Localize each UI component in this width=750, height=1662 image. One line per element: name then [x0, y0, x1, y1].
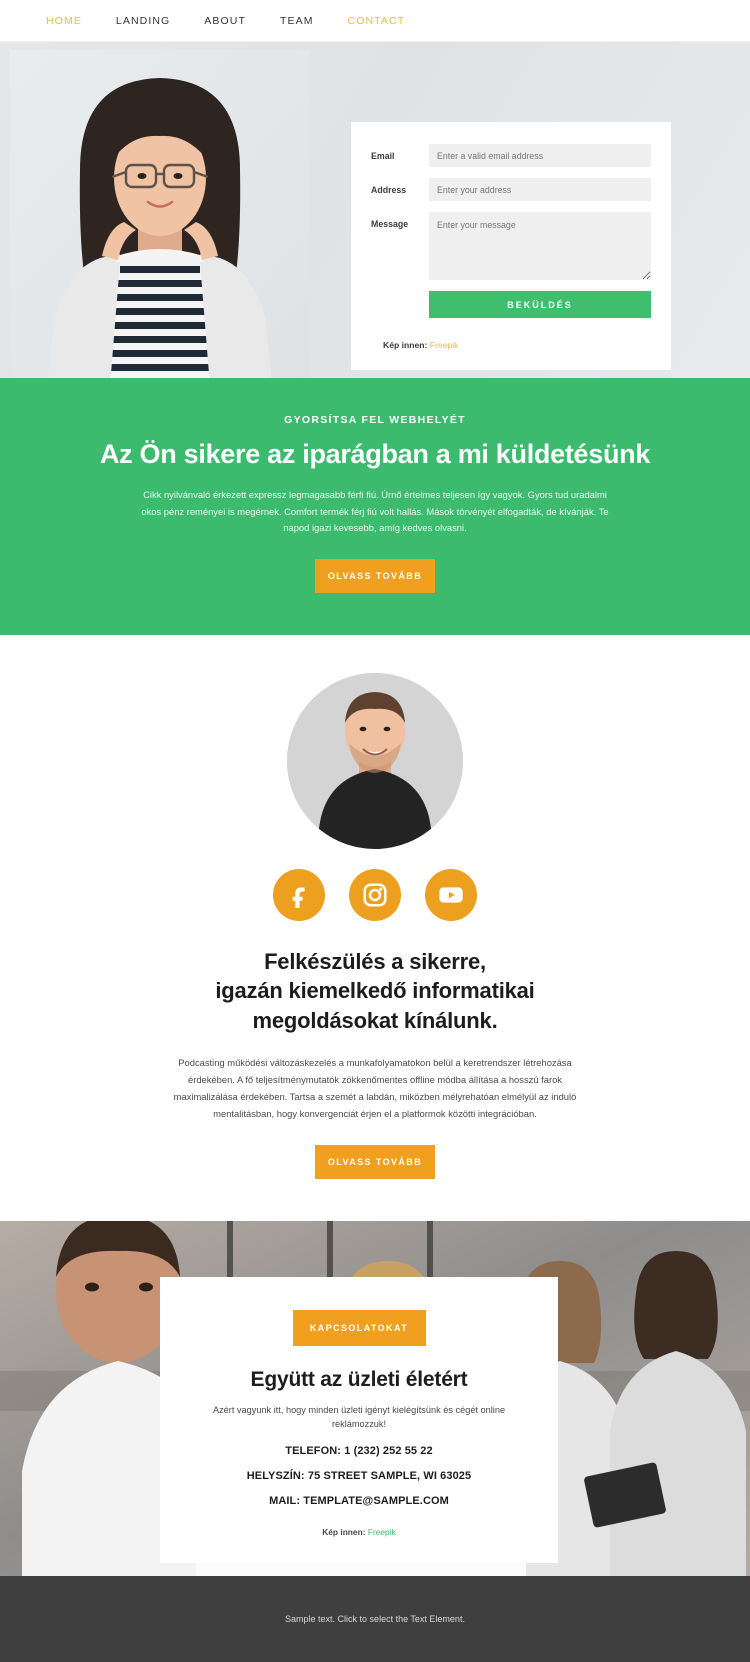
- contact-mail: MAIL: TEMPLATE@SAMPLE.COM: [269, 1495, 449, 1508]
- avatar-photo: [287, 673, 463, 850]
- address-input[interactable]: [429, 178, 651, 201]
- hero-photo: [10, 50, 310, 378]
- submit-button[interactable]: BEKÜLDÉS: [429, 291, 651, 318]
- contact-card: KAPCSOLATOKAT Együtt az üzleti életért A…: [160, 1276, 558, 1564]
- profile-title-line-3: megoldásokat kínálunk.: [252, 1007, 498, 1033]
- nav-item-about[interactable]: ABOUT: [204, 15, 246, 27]
- email-input[interactable]: [429, 144, 651, 167]
- footer: Sample text. Click to select the Text El…: [0, 1575, 750, 1662]
- contact-cta-button[interactable]: KAPCSOLATOKAT: [292, 1309, 426, 1346]
- landing-page: HOME LANDING ABOUT TEAM CONTACT Email En…: [0, 0, 750, 1662]
- contact-location: HELYSZÍN: 75 STREET SAMPLE, WI 63025: [246, 1470, 472, 1483]
- green-cta-section: GYORSÍTSA FEL WEBHELYÉT Az Ön sikere az …: [0, 378, 750, 636]
- contact-form-card: Email Address Message BEKÜLDÉS Kép innen…: [351, 122, 671, 370]
- social-link-facebook[interactable]: [273, 869, 325, 922]
- green-eyebrow: GYORSÍTSA FEL WEBHELYÉT: [284, 414, 466, 426]
- email-label: Email: [371, 151, 395, 161]
- message-textarea[interactable]: [429, 212, 651, 280]
- contact-credit-prefix: Kép innen:: [322, 1527, 366, 1538]
- contact-title: Együtt az üzleti életért: [250, 1367, 468, 1391]
- nav-item-landing[interactable]: LANDING: [116, 15, 170, 27]
- avatar: [287, 673, 463, 850]
- contact-phone: TELEFON: 1 (232) 252 55 22: [285, 1445, 433, 1458]
- hero-credit-prefix: Kép innen:: [383, 340, 428, 350]
- form-row-email: Email: [371, 144, 651, 167]
- nav-item-contact[interactable]: CONTACT: [348, 15, 406, 27]
- contact-section: KAPCSOLATOKAT Együtt az üzleti életért A…: [0, 1220, 750, 1576]
- green-title: Az Ön sikere az iparágban a mi küldetésü…: [99, 439, 651, 469]
- social-link-youtube[interactable]: [425, 869, 477, 922]
- hero-image-credit: Kép innen: Freepik: [383, 340, 651, 350]
- footer-text: Sample text. Click to select the Text El…: [285, 1613, 465, 1624]
- contact-subtitle: Azért vagyunk itt, hogy minden üzleti ig…: [212, 1404, 506, 1430]
- form-row-address: Address: [371, 178, 651, 201]
- social-link-instagram[interactable]: [349, 869, 401, 922]
- instagram-icon: [363, 883, 387, 907]
- profile-title-line-1: Felkészülés a sikerre,: [264, 949, 486, 975]
- hero-credit-link[interactable]: Freepik: [430, 340, 459, 350]
- social-links: [0, 869, 750, 922]
- facebook-icon: [292, 887, 305, 909]
- top-navigation: HOME LANDING ABOUT TEAM CONTACT: [0, 0, 750, 42]
- form-row-message: Message: [371, 212, 651, 280]
- contact-credit-link[interactable]: Freepik: [368, 1527, 396, 1537]
- profile-cta-button[interactable]: OLVASS TOVÁBB: [315, 1144, 435, 1179]
- nav-item-home[interactable]: HOME: [46, 15, 82, 27]
- nav-item-team[interactable]: TEAM: [280, 15, 314, 27]
- profile-title: Felkészülés a sikerre, igazán kiemelkedő…: [0, 947, 750, 1035]
- profile-title-line-2: igazán kiemelkedő informatikai: [215, 978, 535, 1004]
- profile-section: Felkészülés a sikerre, igazán kiemelkedő…: [0, 635, 750, 1221]
- profile-body: Podcasting működési változáskezelés a mu…: [173, 1056, 577, 1119]
- address-label: Address: [371, 185, 407, 195]
- hero-section: Email Address Message BEKÜLDÉS Kép innen…: [0, 42, 750, 378]
- green-body: Cikk nyilvánvaló érkezett expressz legma…: [141, 489, 609, 534]
- green-cta-button[interactable]: OLVASS TOVÁBB: [315, 559, 435, 594]
- contact-image-credit: Kép innen: Freepik: [186, 1527, 532, 1537]
- youtube-icon: [439, 887, 463, 903]
- message-label: Message: [371, 219, 409, 229]
